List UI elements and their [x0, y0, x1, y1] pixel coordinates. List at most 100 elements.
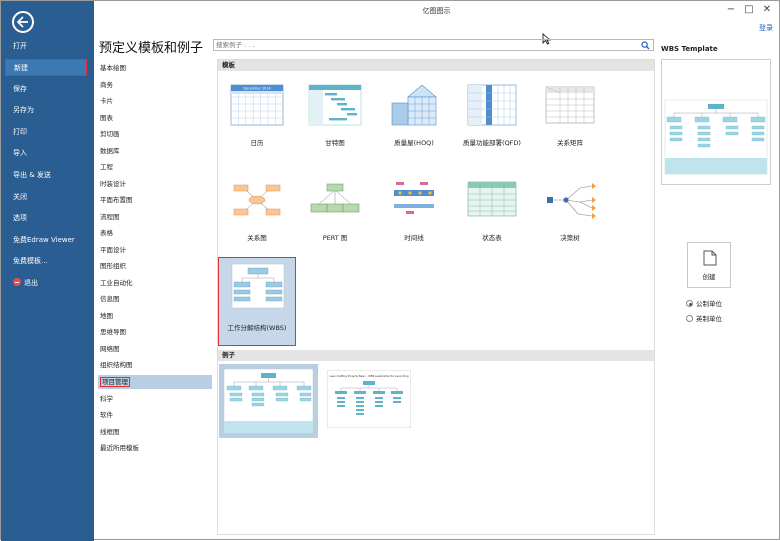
timeline-thumbnail [394, 182, 434, 214]
title-bar: 亿图图示 [94, 1, 779, 21]
example-wbs-2[interactable]: Lean Crafting Projects Basic - WBS Leade… [325, 364, 411, 438]
radio-metric[interactable]: 公制单位 [686, 298, 722, 308]
create-button[interactable]: 创建 [687, 242, 731, 288]
login-link[interactable]: 登录 [759, 23, 773, 33]
relation-diagram-thumbnail [233, 184, 281, 216]
templates-section-header: 模板 [218, 60, 654, 71]
category-database[interactable]: 数据库 [98, 144, 212, 158]
category-science[interactable]: 科学 [98, 392, 212, 406]
category-industrial-automation[interactable]: 工业自动化 [98, 276, 212, 290]
arrow-left-icon [17, 16, 28, 28]
category-table[interactable]: 表格 [98, 226, 212, 240]
category-chart[interactable]: 图表 [98, 111, 212, 125]
template-qfd-label: 质量功能部署(QFD) [463, 139, 521, 147]
category-graphic-design[interactable]: 平面设计 [98, 243, 212, 257]
gantt-thumbnail [308, 84, 362, 126]
search-input[interactable] [216, 40, 636, 50]
category-network[interactable]: 网络图 [98, 342, 212, 356]
template-state-table-label: 状态表 [482, 234, 502, 242]
template-hoq-label: 质量屋(HOQ) [394, 139, 434, 147]
sidebar-item-save-as[interactable]: 另存为 [5, 102, 87, 119]
category-infographic[interactable]: 信息图 [98, 292, 212, 306]
exit-icon [13, 278, 21, 286]
sidebar-item-exit[interactable]: 退出 [5, 275, 87, 292]
example-wbs-2-thumbnail: Lean Crafting Projects Basic - WBS Leade… [327, 370, 411, 428]
template-qfd[interactable]: 质量功能部署(QFD) [453, 83, 531, 171]
category-wireframe[interactable]: 线框图 [98, 425, 212, 439]
sidebar-item-free-viewer[interactable]: 免费Edraw Viewer [5, 232, 87, 249]
radio-metric-label: 公制单位 [696, 300, 722, 308]
example-wbs-2-title: Lean Crafting Projects Basic - WBS Leade… [330, 374, 409, 378]
template-relation-matrix-label: 关系矩阵 [557, 139, 583, 147]
category-map[interactable]: 地图 [98, 309, 212, 323]
create-button-label: 创建 [702, 273, 716, 281]
sidebar-item-new[interactable]: 新建 [5, 59, 87, 76]
sidebar-item-open[interactable]: 打开 [5, 38, 87, 55]
template-state-table[interactable]: 状态表 [453, 178, 531, 266]
category-floor-plan[interactable]: 平面布置图 [98, 193, 212, 207]
category-engineering[interactable]: 工程 [98, 160, 212, 174]
sidebar-item-save[interactable]: 保存 [5, 81, 87, 98]
sidebar-item-export-send[interactable]: 导出 & 发送 [5, 167, 87, 184]
template-hoq[interactable]: 质量屋(HOQ) [375, 83, 453, 171]
pert-thumbnail [310, 183, 360, 213]
template-pert[interactable]: PERT 图 [296, 178, 374, 266]
template-timeline[interactable]: 时间线 [375, 178, 453, 266]
category-software[interactable]: 软件 [98, 408, 212, 422]
template-decision-tree[interactable]: 决策树 [531, 178, 609, 266]
category-business[interactable]: 商务 [98, 78, 212, 92]
category-flowchart[interactable]: 流程图 [98, 210, 212, 224]
radio-metric-dot [686, 300, 693, 307]
minimize-button[interactable]: − [724, 3, 738, 17]
example-wbs-1-thumbnail [224, 369, 313, 433]
sidebar-item-free-templates[interactable]: 免费模板... [5, 253, 87, 270]
category-graphic-organizer[interactable]: 图形组织 [98, 259, 212, 273]
radio-imperial[interactable]: 英制单位 [686, 313, 722, 323]
category-mind-map[interactable]: 思维导图 [98, 325, 212, 339]
template-wbs[interactable]: 工作分解结构(WBS) [218, 257, 296, 346]
state-table-thumbnail [467, 181, 517, 217]
category-clipart[interactable]: 剪切画 [98, 127, 212, 141]
template-relation-diagram[interactable]: 关系图 [218, 178, 296, 266]
category-project-management[interactable]: 项目管理 [98, 375, 212, 389]
category-card[interactable]: 卡片 [98, 94, 212, 108]
window-title: 亿图图示 [422, 7, 451, 15]
radio-imperial-dot [686, 315, 693, 322]
decision-tree-thumbnail [547, 183, 596, 219]
category-recent-templates[interactable]: 最近所用模板 [98, 441, 212, 455]
wbs-thumbnail [231, 263, 285, 309]
template-preview [661, 59, 771, 185]
template-gantt[interactable]: 甘特图 [296, 83, 374, 171]
sidebar: 打开 新建 保存 另存为 打印 导入 导出 & 发送 关闭 选项 免费Edraw… [1, 1, 94, 541]
category-fashion-design[interactable]: 时装设计 [98, 177, 212, 191]
template-decision-tree-label: 决策树 [560, 234, 580, 242]
new-document-icon [703, 250, 717, 266]
sidebar-item-exit-label: 退出 [24, 279, 38, 287]
app-window: 打开 新建 保存 另存为 打印 导入 导出 & 发送 关闭 选项 免费Edraw… [0, 0, 780, 541]
sidebar-item-print[interactable]: 打印 [5, 124, 87, 141]
sidebar-item-import[interactable]: 导入 [5, 145, 87, 162]
template-calendar[interactable]: December 2014 日历 [218, 83, 296, 171]
page-title: 预定义模板和例子 [99, 41, 204, 56]
qfd-thumbnail [467, 84, 517, 126]
category-basic-drawing[interactable]: 基本绘图 [98, 61, 212, 75]
sidebar-item-close[interactable]: 关闭 [5, 189, 87, 206]
example-wbs-1[interactable] [219, 364, 318, 438]
template-timeline-label: 时间线 [404, 234, 424, 242]
calendar-thumbnail-title: December 2014 [243, 87, 270, 91]
maximize-button[interactable]: □ [742, 3, 756, 17]
radio-imperial-label: 英制单位 [696, 315, 722, 323]
hoq-thumbnail [391, 84, 437, 126]
template-gantt-label: 甘特图 [325, 139, 345, 147]
search-box[interactable] [213, 39, 654, 51]
template-wbs-label: 工作分解结构(WBS) [227, 324, 287, 332]
back-button[interactable] [12, 11, 34, 33]
close-button[interactable]: ✕ [760, 3, 774, 17]
category-org-chart[interactable]: 组织结构图 [98, 358, 212, 372]
template-pert-label: PERT 图 [322, 234, 348, 242]
template-relation-matrix[interactable]: 关系矩阵 [531, 83, 609, 171]
search-icon[interactable] [641, 41, 650, 50]
template-calendar-label: 日历 [250, 139, 264, 147]
sidebar-item-options[interactable]: 选项 [5, 210, 87, 227]
category-project-management-label: 项目管理 [100, 377, 130, 387]
